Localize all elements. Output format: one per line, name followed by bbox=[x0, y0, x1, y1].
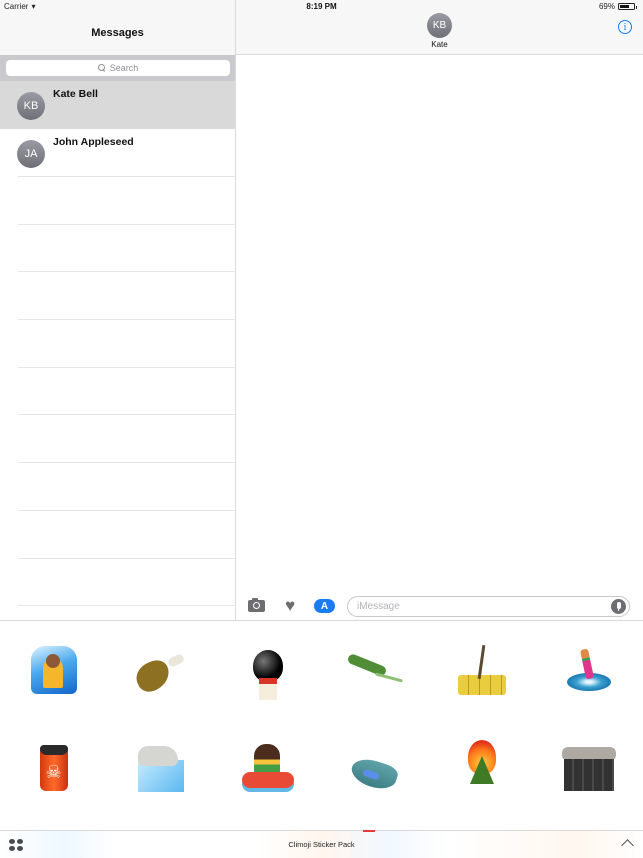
contact-name: Kate Bell bbox=[53, 88, 98, 100]
search-icon bbox=[97, 64, 106, 72]
message-thread bbox=[236, 56, 643, 593]
empty-row bbox=[0, 511, 235, 559]
avatar: KB bbox=[17, 92, 45, 120]
empty-row bbox=[0, 368, 235, 416]
sticker-dead-lizard[interactable] bbox=[321, 621, 428, 719]
empty-row bbox=[0, 272, 235, 321]
factory-icon bbox=[562, 743, 617, 793]
sidebar-title: Messages bbox=[91, 27, 144, 39]
status-right: 69% bbox=[598, 2, 637, 11]
contact-avatar[interactable]: KB bbox=[427, 13, 452, 38]
messages-app: Carrier ▾ 8:19 PM 69% Messages Search KB… bbox=[0, 0, 643, 858]
drowning-hand-icon bbox=[565, 645, 613, 695]
search-input[interactable]: Search bbox=[6, 60, 230, 76]
rotten-drumstick-icon bbox=[132, 648, 190, 692]
sticker-dead-tree-dry-soil[interactable] bbox=[428, 621, 535, 719]
empty-row bbox=[0, 177, 235, 225]
sticker-woman-on-life-raft[interactable] bbox=[214, 719, 321, 817]
imessage-input[interactable]: iMessage bbox=[347, 596, 630, 617]
digital-touch-heart-icon[interactable]: ♥ bbox=[281, 597, 299, 614]
lizard-icon bbox=[345, 652, 405, 688]
sticker-drawer bbox=[0, 620, 643, 830]
garbage-bag-house-icon bbox=[251, 644, 285, 700]
avatar: JA bbox=[17, 140, 45, 168]
empty-row bbox=[0, 463, 235, 511]
camera-icon[interactable] bbox=[248, 598, 265, 612]
microphone-icon[interactable] bbox=[611, 599, 626, 614]
search-bar: Search bbox=[0, 55, 235, 81]
info-icon: i bbox=[623, 21, 627, 33]
conversation-list-pane: Messages Search KB Kate Bell JA John App… bbox=[0, 0, 236, 620]
whale-icon bbox=[347, 741, 403, 795]
contact-name[interactable]: Kate bbox=[236, 40, 643, 49]
polar-bear-icon bbox=[136, 742, 186, 794]
toxic-barrel-icon bbox=[39, 745, 68, 791]
search-placeholder: Search bbox=[109, 63, 139, 73]
sticker-drowning-hand[interactable] bbox=[535, 621, 642, 719]
status-bar: Carrier ▾ 8:19 PM 69% bbox=[0, 0, 643, 14]
conversation-item-john-appleseed[interactable]: JA John Appleseed bbox=[0, 129, 235, 177]
info-button[interactable]: i bbox=[618, 20, 632, 34]
battery-icon bbox=[618, 3, 637, 10]
sticker-whale-plastic-bottle[interactable] bbox=[321, 719, 428, 817]
empty-row bbox=[0, 225, 235, 273]
compose-bar: ♥ A iMessage bbox=[236, 593, 643, 620]
divider bbox=[18, 605, 235, 607]
sticker-rotten-drumstick[interactable] bbox=[107, 621, 214, 719]
sticker-polar-bear-on-ice[interactable] bbox=[107, 719, 214, 817]
battery-level bbox=[620, 5, 629, 8]
sticker-burning-tree[interactable] bbox=[428, 719, 535, 817]
sticker-pack-title: Climoji Sticker Pack bbox=[288, 840, 355, 849]
empty-row bbox=[0, 415, 235, 464]
empty-row bbox=[0, 320, 235, 368]
sticker-person-in-wave[interactable] bbox=[0, 621, 107, 719]
sticker-garbage-bag-on-house[interactable] bbox=[214, 621, 321, 719]
person-in-wave-icon bbox=[30, 646, 77, 694]
burning-tree-icon bbox=[466, 740, 498, 796]
selected-app-indicator bbox=[363, 830, 375, 832]
dead-tree-icon bbox=[456, 643, 508, 697]
sticker-toxic-barrel[interactable] bbox=[0, 719, 107, 817]
sticker-grid bbox=[0, 621, 643, 817]
imessage-placeholder: iMessage bbox=[357, 601, 400, 612]
clock: 8:19 PM bbox=[306, 2, 337, 11]
contact-name: John Appleseed bbox=[53, 136, 134, 148]
battery-percent: 69% bbox=[598, 2, 615, 11]
sticker-polluting-factory[interactable] bbox=[535, 719, 642, 817]
conversation-item-kate-bell[interactable]: KB Kate Bell bbox=[0, 81, 235, 129]
app-drawer-strip: Climoji Sticker Pack bbox=[0, 830, 643, 858]
empty-row bbox=[0, 559, 235, 607]
app-store-icon[interactable]: A bbox=[314, 599, 335, 613]
woman-life-raft-icon bbox=[240, 742, 296, 794]
conversation-list: KB Kate Bell JA John Appleseed bbox=[0, 81, 235, 607]
